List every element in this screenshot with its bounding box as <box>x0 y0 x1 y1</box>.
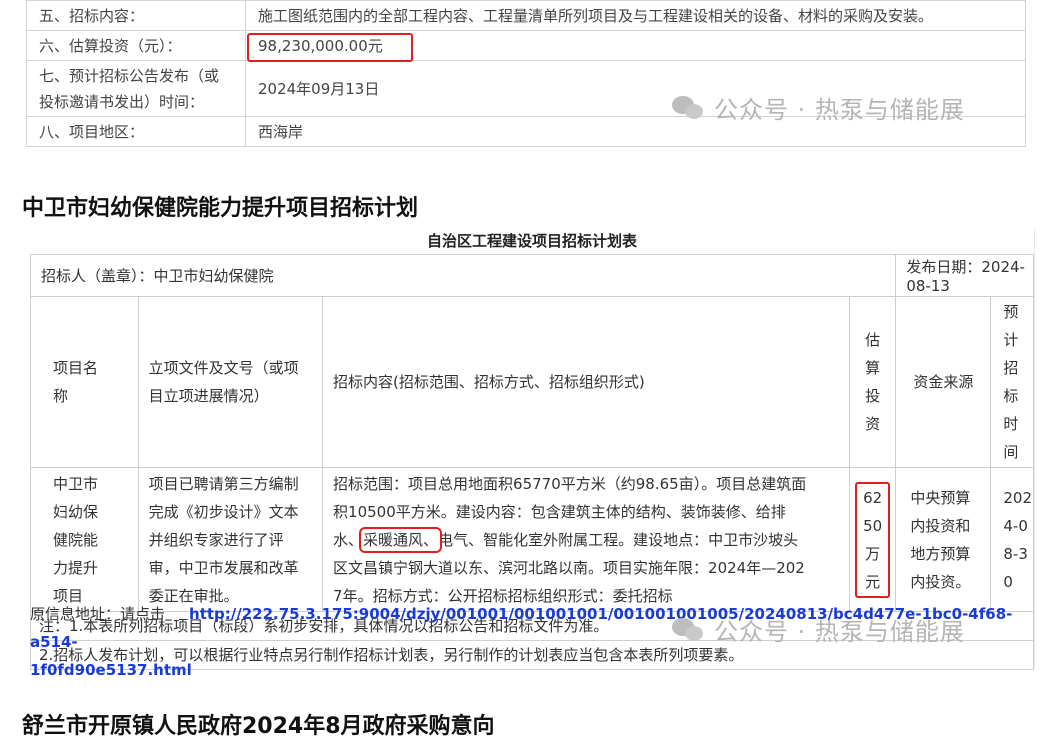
publish-date: 发布日期：2024-08-13 <box>895 254 1034 297</box>
header-line: 资 <box>865 415 881 433</box>
column-header: 项目名 称 <box>30 296 139 468</box>
header-line: 目立项进展情况） <box>148 387 269 405</box>
header-line: 预计 <box>1003 303 1019 349</box>
cell-line: 万 <box>865 544 881 563</box>
tender-content-cell: 招标范围：项目总用地面积65770平方米（约98.65亩）。项目总建筑面 积10… <box>322 467 850 612</box>
tenderer-label: 招标人（盖章）：中卫市妇幼保健院 <box>29 254 897 297</box>
header-line: 时间 <box>1003 415 1019 461</box>
column-header: 估 算 投 资 <box>848 296 897 468</box>
row-key-line: 七、预计招标公告发布（或 <box>39 66 220 85</box>
cell-line: 0 <box>1003 572 1013 591</box>
header-line: 算 <box>865 359 881 377</box>
header-line: 立项文件及文号（或项 <box>148 359 299 377</box>
cell-line: 地方预算 <box>910 544 971 563</box>
cell-line: 并组织专家进行了评 <box>148 530 284 549</box>
cell-line: 中央预算 <box>910 488 971 507</box>
row-key: 八、项目地区： <box>26 116 246 147</box>
cell-line: 水、 <box>333 530 364 549</box>
column-header: 预计 招标 时间 <box>990 296 1034 468</box>
cell-line: 内投资和 <box>910 516 971 535</box>
table-row: 招标人（盖章）：中卫市妇幼保健院 发布日期：2024-08-13 <box>29 254 1034 297</box>
cell-line: 力提升 <box>53 558 99 577</box>
cell-line: 积10500平方米。建设内容：包含建筑主体的结构、装饰装修、给排 <box>333 502 786 521</box>
investment-cell: 62 50 万 元 <box>848 467 897 612</box>
cell-line: 完成《初步设计》文本 <box>148 502 299 521</box>
header-line: 称 <box>53 387 69 405</box>
section-title: 舒兰市开原镇人民政府2024年8月政府采购意向 <box>22 714 495 739</box>
row-key: 六、估算投资（元）： <box>26 30 246 61</box>
cell-line: 4-0 <box>1003 516 1028 535</box>
section-title: 中卫市妇幼保健院能力提升项目招标计划 <box>22 196 419 221</box>
header-line: 估 <box>865 331 881 349</box>
estimated-investment-value: 98,230,000.00元 <box>245 30 1026 61</box>
cell-line: 中卫市 <box>53 474 99 493</box>
header-line: 投 <box>865 387 881 405</box>
wechat-icon <box>672 95 706 121</box>
table-row: 五、招标内容： 施工图纸范围内的全部工程内容、工程量清单所列项目及与工程建设相关… <box>26 0 1026 31</box>
table-row: 六、估算投资（元）： 98,230,000.00元 <box>26 30 1026 61</box>
highlight-box: 62 50 万 元 <box>854 481 891 598</box>
cell-line: 62 <box>863 488 883 507</box>
cell-line: 202 <box>1003 488 1032 507</box>
cell-line: 内投资。 <box>910 572 971 591</box>
header-line: 项目名 <box>53 359 99 377</box>
fund-source-cell: 中央预算 内投资和 地方预算 内投资。 <box>895 467 992 612</box>
cell-line: 健院能 <box>53 530 99 549</box>
approval-doc-cell: 项目已聘请第三方编制 完成《初步设计》文本 并组织专家进行了评 审，中卫市发展和… <box>137 467 324 612</box>
cell-line: 项目已聘请第三方编制 <box>148 474 299 493</box>
source-label: 原信息地址：请点击 <box>30 605 166 623</box>
cell-line: 审，中卫市发展和改革 <box>148 558 299 577</box>
cell-line: 8-3 <box>1003 544 1028 563</box>
plan-table-title: 自治区工程建设项目招标计划表 <box>426 232 637 250</box>
highlighted-text: 采暖通风、 <box>359 526 443 553</box>
cell-line: 50 <box>863 516 883 535</box>
row-value: 施工图纸范围内的全部工程内容、工程量清单所列项目及与工程建设相关的设备、材料的采… <box>245 0 1026 31</box>
watermark: 公众号 · 热泵与储能展 <box>672 612 965 647</box>
column-header: 招标内容(招标范围、招标方式、招标组织形式) <box>322 296 850 468</box>
divider <box>1034 229 1035 669</box>
header-line: 招标 <box>1003 359 1019 405</box>
source-url-line[interactable]: 1f0fd90e5137.html <box>30 661 192 679</box>
cell-line: 区文昌镇宁钢大道以东、滨河北路以南。项目实施年限：2024年—202 <box>333 558 805 577</box>
wechat-icon <box>672 617 706 643</box>
cell-line: 电气、智能化室外附属工程。建设地点：中卫市沙坡头 <box>438 530 799 549</box>
watermark-text: 公众号 · 热泵与储能展 <box>714 618 965 646</box>
cell-line: 元 <box>865 572 881 591</box>
row-key: 五、招标内容： <box>26 0 246 31</box>
column-header: 资金来源 <box>895 296 992 468</box>
row-key: 七、预计招标公告发布（或 投标邀请书发出）时间： <box>26 60 246 117</box>
cell-line: 招标范围：项目总用地面积65770平方米（约98.65亩）。项目总建筑面 <box>333 474 807 493</box>
project-name-cell: 中卫市 妇幼保 健院能 力提升 项目 <box>30 467 139 612</box>
tender-time-cell: 202 4-0 8-3 0 <box>990 467 1034 612</box>
header-row: 项目名 称 立项文件及文号（或项 目立项进展情况） 招标内容(招标范围、招标方式… <box>30 296 1034 468</box>
cell-line: 妇幼保 <box>53 502 99 521</box>
row-key-line: 投标邀请书发出）时间： <box>39 92 205 111</box>
table-row: 中卫市 妇幼保 健院能 力提升 项目 项目已聘请第三方编制 完成《初步设计》文本… <box>30 467 1034 612</box>
column-header: 立项文件及文号（或项 目立项进展情况） <box>137 296 324 468</box>
watermark: 公众号 · 热泵与储能展 <box>672 90 965 125</box>
watermark-text: 公众号 · 热泵与储能展 <box>714 96 965 124</box>
